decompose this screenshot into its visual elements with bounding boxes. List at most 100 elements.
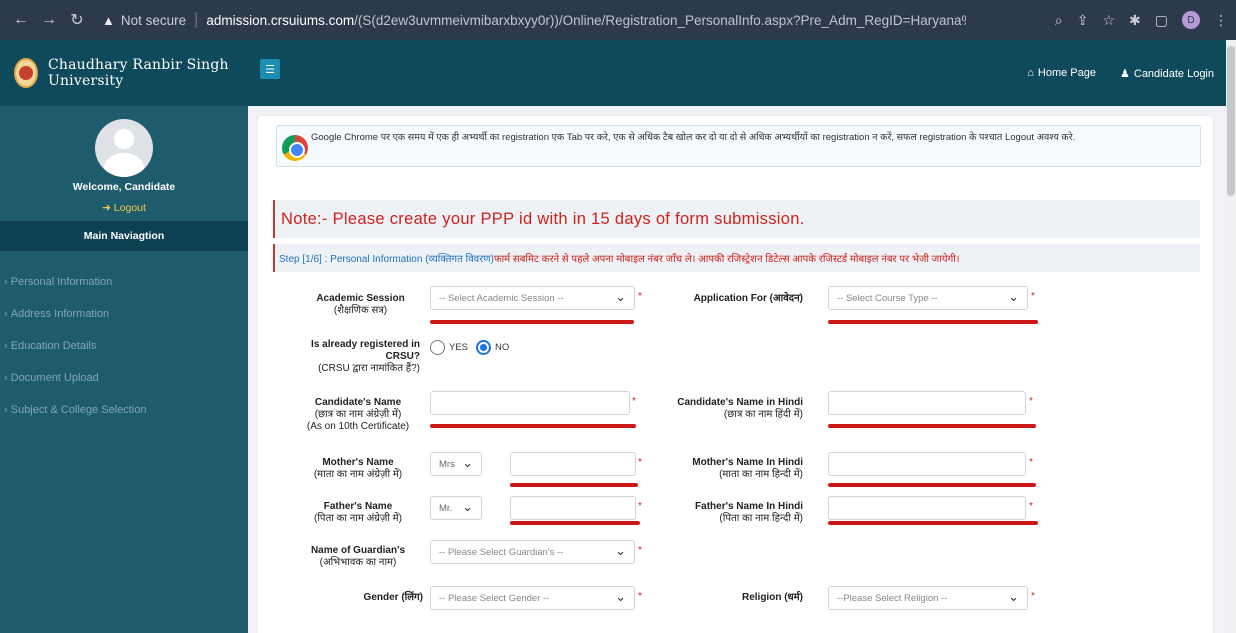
sidebar-item-label: Education Details	[10, 340, 97, 352]
browser-menu-icon[interactable]: ⋮	[1214, 12, 1228, 29]
home-icon: ⌂	[1027, 67, 1034, 79]
gender-label: Gender (लिंग)	[363, 592, 423, 603]
academic-session-label-hi: (शैक्षणिक सत्र)	[333, 305, 388, 316]
menu-toggle-button[interactable]: ☰	[260, 59, 280, 79]
sidebar-item-label: Document Upload	[10, 372, 99, 384]
address-bar[interactable]: admission.crsuiums.com/(S(d2ew3uvmmeivmi…	[206, 13, 966, 28]
sidebar-item-label: Address Information	[10, 308, 110, 320]
browser-actions: ⌕ ⇪ ☆ ✱ ▢ D ⋮	[1055, 0, 1228, 40]
home-link[interactable]: ⌂ Home Page	[1027, 67, 1096, 79]
security-label[interactable]: Not secure	[121, 13, 186, 28]
zoom-icon[interactable]: ⌕	[1055, 12, 1063, 29]
father-name-hindi-input[interactable]	[828, 496, 1026, 520]
url-domain: admission.crsuiums.com	[206, 12, 355, 28]
step-hint: फार्म सबमिट करने से पहले अपना मोबाइल नंब…	[493, 254, 960, 265]
required-mark: *	[638, 545, 642, 556]
back-icon[interactable]: ←	[10, 9, 32, 31]
academic-session-select[interactable]: -- Select Academic Session --	[430, 286, 635, 310]
step-header: Step [1/6] : Personal Information (व्यक्…	[273, 244, 1200, 272]
red-underline	[828, 320, 1038, 324]
url-separator: |	[194, 11, 199, 28]
required-mark: *	[638, 501, 642, 512]
sidebar-item-personal-information[interactable]: › Personal Information	[0, 266, 248, 298]
father-name-input[interactable]	[510, 496, 636, 520]
candidate-login-label: Candidate Login	[1133, 67, 1214, 80]
welcome-text: Welcome, Candidate	[72, 181, 176, 193]
logout-link[interactable]: ➜ Logout	[0, 202, 248, 214]
chevron-right-icon: ›	[4, 372, 11, 384]
candidate-name-hindi-input[interactable]	[828, 391, 1026, 415]
step-label: Step [1/6] : Personal Information (व्यक्…	[279, 254, 494, 265]
main-navigation-title: Main Naviagtion	[0, 221, 248, 251]
red-underline	[828, 521, 1038, 525]
father-prefix-select[interactable]: Mr.	[430, 496, 482, 520]
url-path: /(S(d2ew3uvmmeivmibarxbxyy0r))/Online/Re…	[354, 12, 967, 28]
mother-name-hindi-input[interactable]	[828, 452, 1026, 476]
user-icon: ♟	[1120, 67, 1130, 80]
mother-name-input[interactable]	[510, 452, 636, 476]
red-underline	[430, 424, 636, 428]
chevron-right-icon: ›	[4, 276, 11, 288]
registered-label: Is already registered in CRSU? (CRSU द्वा…	[288, 339, 420, 375]
warning-icon[interactable]: ▲	[102, 13, 115, 28]
required-mark: *	[638, 591, 642, 602]
candidate-name-hindi-label-en: Candidate's Name in Hindi	[677, 397, 803, 408]
candidate-avatar	[95, 119, 153, 177]
red-underline	[430, 320, 634, 324]
reload-icon[interactable]: ↻	[66, 9, 88, 31]
brand[interactable]: Chaudhary Ranbir Singh University	[0, 40, 248, 106]
religion-label: Religion (धर्म)	[741, 592, 803, 603]
candidate-name-label-hi: (छात्र का नाम अंग्रेज़ी में)	[314, 409, 402, 420]
bookmark-star-icon[interactable]: ☆	[1102, 12, 1115, 29]
forward-icon[interactable]: →	[38, 9, 60, 31]
red-underline	[828, 483, 1036, 487]
required-mark: *	[1029, 501, 1033, 512]
guardian-label-hi: (अभिभावक का नाम)	[319, 557, 397, 568]
religion-select[interactable]: --Please Select Religion --	[828, 586, 1028, 610]
application-for-label: Application For (आवेदन)	[693, 293, 803, 304]
profile-avatar[interactable]: D	[1182, 11, 1200, 29]
radio-yes[interactable]	[430, 340, 445, 355]
mother-name-hindi-label-en: Mother's Name In Hindi	[692, 457, 803, 468]
candidate-name-label-note: (As on 10th Certificate)	[306, 421, 410, 432]
extensions-icon[interactable]: ✱	[1129, 12, 1141, 29]
required-mark: *	[638, 457, 642, 468]
scrollbar-thumb[interactable]	[1227, 46, 1235, 196]
radio-no[interactable]	[476, 340, 492, 355]
sidebar-item-document-upload[interactable]: › Document Upload	[0, 362, 248, 394]
father-name-label-hi: (पिता का नाम अंग्रेज़ी में)	[314, 513, 402, 524]
chevron-right-icon: ›	[4, 404, 11, 416]
guardian-label-en: Name of Guardian's	[310, 545, 406, 556]
candidate-name-input[interactable]	[430, 391, 630, 415]
candidate-name-hindi-label-hi: (छात्र का नाम हिंदी में)	[723, 409, 803, 420]
candidate-name-label: Candidate's Name (छात्र का नाम अंग्रेज़ी …	[288, 397, 428, 433]
mother-name-label-en: Mother's Name	[322, 457, 394, 468]
university-logo-icon	[14, 58, 38, 88]
registered-label-hi: (CRSU द्वारा नामांकित हैं?)	[318, 363, 420, 374]
registration-card: Google Chrome पर एक समय में एक ही अभ्यर्…	[258, 116, 1213, 633]
required-mark: *	[638, 291, 642, 302]
radio-no-label: NO	[495, 342, 510, 353]
course-type-select[interactable]: -- Select Course Type --	[828, 286, 1028, 310]
red-underline	[510, 483, 638, 487]
academic-session-label-en: Academic Session	[316, 293, 405, 304]
sidepanel-icon[interactable]: ▢	[1155, 12, 1168, 29]
candidate-login-link[interactable]: ♟ Candidate Login	[1120, 67, 1214, 80]
gender-select[interactable]: -- Please Select Gender --	[430, 586, 635, 610]
top-links: ⌂ Home Page ♟ Candidate Login	[1027, 40, 1214, 106]
university-name: Chaudhary Ranbir Singh University	[47, 57, 229, 89]
father-name-hindi-label: Father's Name In Hindi (पिता का नाम हिन्द…	[648, 501, 803, 525]
guardian-select[interactable]: -- Please Select Guardian's --	[430, 540, 635, 564]
required-mark: *	[1031, 591, 1035, 602]
mother-prefix-select[interactable]: Mrs	[430, 452, 482, 476]
page-scrollbar[interactable]	[1226, 40, 1236, 633]
sidebar-item-education-details[interactable]: › Education Details	[0, 330, 248, 362]
browser-toolbar: ← → ↻ ▲ Not secure | admission.crsuiums.…	[0, 0, 1236, 40]
sidebar-item-label: Personal Information	[10, 276, 113, 288]
father-name-label: Father's Name (पिता का नाम अंग्रेज़ी में)	[288, 501, 428, 525]
sidebar-item-address-information[interactable]: › Address Information	[0, 298, 248, 330]
chevron-right-icon: ›	[4, 340, 11, 352]
sidebar-item-subject-college-selection[interactable]: › Subject & College Selection	[0, 394, 248, 426]
share-icon[interactable]: ⇪	[1077, 12, 1089, 29]
logout-icon: ➜	[102, 202, 114, 214]
